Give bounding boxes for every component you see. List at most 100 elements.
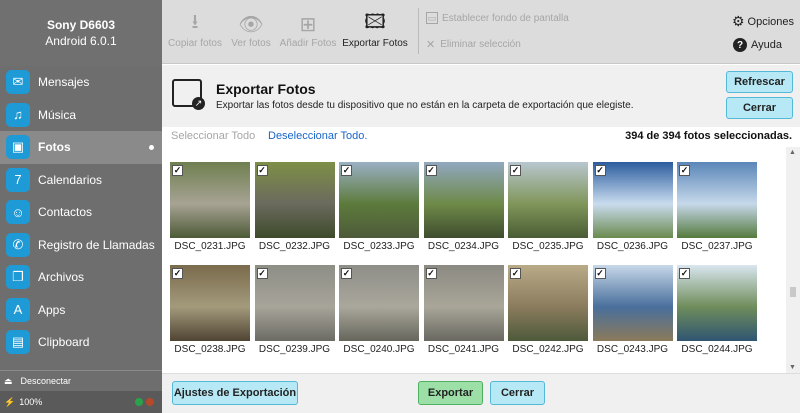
sidebar-nav: ✉ Mensajes ♫ Música ▣ Fotos 7 Calendarios ☺ Conta…	[0, 66, 162, 359]
photo-checkbox[interactable]: ✓	[256, 165, 268, 176]
export-photos-toolbar-button[interactable]: 🖾 Exportar Fotos	[342, 10, 408, 49]
header-close-button[interactable]: Cerrar	[726, 97, 793, 119]
battery-charging-icon: ⚡	[4, 396, 16, 407]
contacts-icon: ☺	[6, 200, 30, 225]
photo-filename: DSC_0238.JPG	[174, 344, 246, 355]
device-android-version: Android 6.0.1	[45, 34, 117, 48]
export-photos-label: Exportar Fotos	[342, 38, 408, 49]
disconnect-button[interactable]: ⏏ Desconectar	[0, 370, 162, 391]
bottom-bar: Ajustes de Exportación Exportar Cerrar	[162, 373, 800, 413]
photo-checkbox[interactable]: ✓	[425, 165, 437, 176]
photo-checkbox[interactable]: ✓	[594, 165, 606, 176]
scroll-down-icon[interactable]: ▼	[789, 364, 796, 371]
photo-filename: DSC_0231.JPG	[174, 241, 246, 252]
bottom-close-button[interactable]: Cerrar	[490, 381, 545, 405]
photo-filename: DSC_0240.JPG	[343, 344, 415, 355]
photos-icon: ▣	[6, 135, 30, 160]
view-photos-label: Ver fotos	[231, 38, 271, 49]
sidebar-item-label: Contactos	[38, 205, 93, 220]
gear-icon: ⚙	[731, 13, 745, 29]
music-icon: ♫	[6, 102, 30, 127]
sidebar-item-label: Fotos	[38, 140, 71, 155]
help-button[interactable]: ? Ayuda	[733, 38, 782, 52]
active-indicator	[149, 144, 154, 150]
sidebar-item-archivos[interactable]: ❐ Archivos	[0, 261, 162, 294]
sidebar-item-label: Mensajes	[38, 75, 90, 90]
page-title: Exportar Fotos	[216, 81, 316, 97]
refresh-button[interactable]: Refrescar	[726, 71, 793, 93]
export-photos-icon: ↗	[172, 79, 205, 110]
photo-gallery: ✓ DSC_0231.JPG ✓ DSC_0232.JPG ✓ DSC_0233.JPG ✓…	[162, 147, 786, 373]
sidebar-item-mensajes[interactable]: ✉ Mensajes	[0, 66, 162, 99]
select-all-link[interactable]: Seleccionar Todo	[171, 130, 255, 142]
photo-checkbox[interactable]: ✓	[679, 165, 690, 176]
clipboard-icon: ▤	[6, 330, 30, 355]
sidebar-item-contactos[interactable]: ☺ Contactos	[0, 196, 162, 229]
add-photos-button[interactable]: ⊞ Añadir Fotos	[278, 10, 338, 50]
delete-selection-button[interactable]: ✕ Eliminar selección	[426, 38, 521, 51]
sidebar-item-label: Apps	[38, 302, 66, 317]
sidebar-item-registro-de-llamadas[interactable]: ✆ Registro de Llamadas	[0, 229, 162, 262]
messages-icon: ✉	[6, 70, 30, 95]
photo-filename: DSC_0234.JPG	[427, 241, 500, 252]
selection-bar: Seleccionar Todo Deseleccionar Todo. 394…	[162, 127, 800, 147]
status-red-icon	[146, 398, 154, 406]
copy-photos-label: Copiar fotos	[168, 38, 222, 49]
wallpaper-icon: ▭	[426, 12, 438, 24]
photo-filename: DSC_0237.JPG	[681, 241, 753, 252]
app-window: Sony D6603 Android 6.0.1 ✉ Mensajes ♫ Músic…	[0, 0, 800, 413]
photo-filename: DSC_0233.JPG	[343, 241, 415, 252]
photo-checkbox[interactable]: ✓	[510, 165, 521, 176]
photo-filename: DSC_0243.JPG	[596, 344, 669, 355]
sidebar-item-m-sica[interactable]: ♫ Música	[0, 99, 162, 132]
sidebar-item-label: Música	[38, 107, 77, 122]
sidebar-item-calendarios[interactable]: 7 Calendarios	[0, 164, 162, 197]
phone-icon: ✆	[6, 232, 30, 257]
export-settings-button[interactable]: Ajustes de Exportación	[172, 381, 298, 405]
disconnect-label: Desconectar	[20, 376, 72, 386]
eject-icon: ⏏	[4, 375, 13, 386]
photo-checkbox[interactable]: ✓	[341, 268, 352, 279]
status-green-icon	[135, 398, 143, 406]
add-photos-label: Añadir Fotos	[279, 38, 337, 49]
photo-checkbox[interactable]: ✓	[425, 268, 437, 279]
copy-photos-button[interactable]: ⭳ Copiar fotos	[166, 10, 224, 49]
device-name: Sony D6603	[46, 18, 116, 32]
deselect-all-link[interactable]: Deseleccionar Todo.	[268, 130, 367, 142]
options-label: Opciones	[747, 15, 794, 28]
toolbar: ⭳ Copiar fotos 👁 Ver fotos ⊞ Añadir Foto…	[162, 0, 800, 64]
help-icon: ?	[733, 38, 747, 52]
sidebar-item-clipboard[interactable]: ▤ Clipboard	[0, 326, 162, 359]
photo-checkbox[interactable]: ✓	[341, 165, 352, 176]
apps-icon: A	[6, 297, 30, 322]
export-photo-icon: 🖾	[364, 11, 386, 33]
set-wallpaper-label: Establecer fondo de pantalla	[442, 12, 569, 24]
photo-filename: DSC_0242.JPG	[512, 344, 584, 355]
set-wallpaper-button[interactable]: ▭ Establecer fondo de pantalla	[426, 12, 569, 24]
export-button[interactable]: Exportar	[418, 381, 483, 405]
photo-checkbox[interactable]: ✓	[679, 268, 690, 279]
view-photos-button[interactable]: 👁 Ver fotos	[228, 10, 274, 50]
gallery-scrollbar[interactable]: ▲ ▼	[786, 147, 800, 373]
photo-filename: DSC_0239.JPG	[258, 344, 331, 355]
sidebar-item-apps[interactable]: A Apps	[0, 294, 162, 327]
photo-checkbox[interactable]: ✓	[510, 268, 521, 279]
delete-x-icon: ✕	[426, 39, 436, 51]
photo-checkbox[interactable]: ✓	[594, 268, 606, 279]
sidebar-item-label: Calendarios	[38, 172, 103, 187]
sidebar: Sony D6603 Android 6.0.1 ✉ Mensajes ♫ Músic…	[0, 0, 162, 413]
photo-checkbox[interactable]: ✓	[256, 268, 268, 279]
eye-icon: 👁	[238, 13, 264, 36]
scroll-up-icon[interactable]: ▲	[789, 149, 796, 156]
battery-level: 100%	[19, 397, 43, 407]
page-description: Exportar las fotos desde tu dispositivo …	[216, 100, 634, 111]
export-header: ↗ Exportar Fotos Exportar las fotos desd…	[162, 65, 800, 127]
options-button[interactable]: ⚙ Opciones	[732, 13, 794, 30]
photo-checkbox[interactable]: ✓	[172, 165, 183, 176]
scrollbar-thumb[interactable]	[790, 287, 796, 297]
sidebar-item-label: Clipboard	[38, 335, 90, 350]
sidebar-item-fotos[interactable]: ▣ Fotos	[0, 131, 162, 164]
photo-checkbox[interactable]: ✓	[172, 268, 183, 279]
photo-filename: DSC_0232.JPG	[258, 241, 331, 252]
toolbar-separator	[418, 8, 419, 54]
